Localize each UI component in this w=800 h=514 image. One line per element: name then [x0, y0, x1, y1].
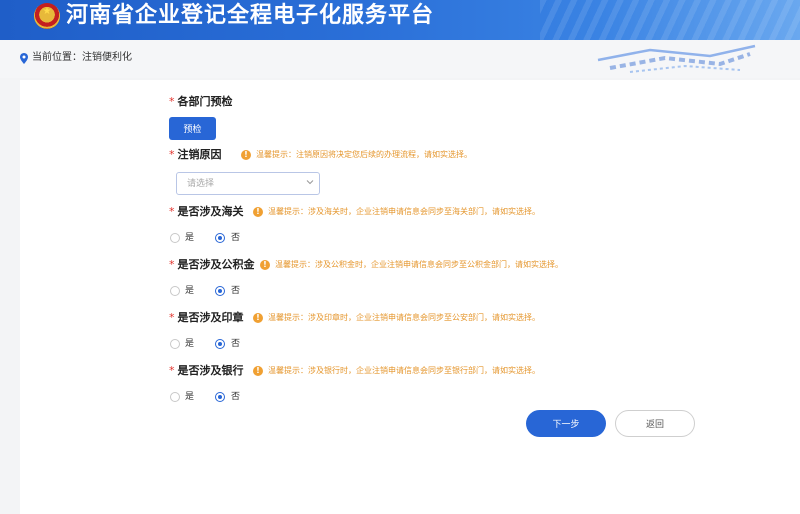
required-mark: *	[169, 95, 175, 108]
warning-icon: !	[241, 150, 251, 160]
reason-tip: 温馨提示：注销原因将决定您后续的办理流程，请如实选择。	[256, 150, 472, 159]
customs-no-label[interactable]: 否	[231, 232, 240, 244]
fund-tip: 温馨提示：涉及公积金时，企业注销申请信息会同步至公积金部门，请如实选择。	[275, 260, 563, 269]
warning-icon: !	[260, 260, 270, 270]
breadcrumb-prefix: 当前位置：	[32, 52, 82, 63]
location-pin-icon	[20, 53, 28, 64]
fund-no-label[interactable]: 否	[231, 285, 240, 297]
fund-label: * 是否涉及公积金	[169, 258, 255, 271]
fund-yes-radio[interactable]	[170, 286, 180, 296]
reason-select-placeholder: 请选择	[187, 179, 215, 189]
breadcrumb: 当前位置：注销便利化	[32, 50, 132, 66]
customs-no-radio[interactable]	[215, 233, 225, 243]
seal-no-label[interactable]: 否	[231, 338, 240, 350]
national-emblem-icon: ★	[34, 3, 60, 29]
bank-yes-label[interactable]: 是	[185, 391, 194, 403]
seal-yes-radio[interactable]	[170, 339, 180, 349]
customs-tip: 温馨提示：涉及海关时，企业注销申请信息会同步至海关部门，请如实选择。	[268, 207, 540, 216]
warning-icon: !	[253, 366, 263, 376]
bank-label: * 是否涉及银行	[169, 364, 244, 377]
seal-tip: 温馨提示：涉及印章时，企业注销申请信息会同步至公安部门，请如实选择。	[268, 313, 540, 322]
seal-yes-label[interactable]: 是	[185, 338, 194, 350]
decorative-pattern	[597, 44, 756, 73]
seal-label: * 是否涉及印章	[169, 311, 244, 324]
reason-label: * 注销原因	[169, 148, 222, 161]
customs-yes-radio[interactable]	[170, 233, 180, 243]
site-header: ★ 河南省企业登记全程电子化服务平台	[0, 0, 800, 40]
seal-no-radio[interactable]	[215, 339, 225, 349]
precheck-label: * 各部门预检	[169, 95, 233, 108]
customs-yes-label[interactable]: 是	[185, 232, 194, 244]
bank-no-label[interactable]: 否	[231, 391, 240, 403]
app-root: ★ 河南省企业登记全程电子化服务平台 当前位置：注销便利化 * 各部门预检 预检 …	[0, 0, 800, 514]
bank-tip: 温馨提示：涉及银行时，企业注销申请信息会同步至银行部门，请如实选择。	[268, 366, 540, 375]
bank-yes-radio[interactable]	[170, 392, 180, 402]
next-button[interactable]: 下一步	[526, 410, 606, 437]
reason-select[interactable]: 请选择	[176, 172, 320, 195]
fund-no-radio[interactable]	[215, 286, 225, 296]
customs-label: * 是否涉及海关	[169, 205, 244, 218]
bank-no-radio[interactable]	[215, 392, 225, 402]
chevron-down-icon	[306, 180, 314, 185]
breadcrumb-current: 注销便利化	[82, 52, 132, 63]
required-mark: *	[169, 258, 175, 271]
site-title: 河南省企业登记全程电子化服务平台	[66, 3, 435, 28]
fund-yes-label[interactable]: 是	[185, 285, 194, 297]
required-mark: *	[169, 148, 175, 161]
warning-icon: !	[253, 207, 263, 217]
required-mark: *	[169, 205, 175, 218]
warning-icon: !	[253, 313, 263, 323]
required-mark: *	[169, 311, 175, 324]
back-button[interactable]: 返回	[615, 410, 695, 437]
required-mark: *	[169, 364, 175, 377]
precheck-button[interactable]: 预检	[169, 117, 216, 140]
form-panel	[20, 80, 800, 514]
